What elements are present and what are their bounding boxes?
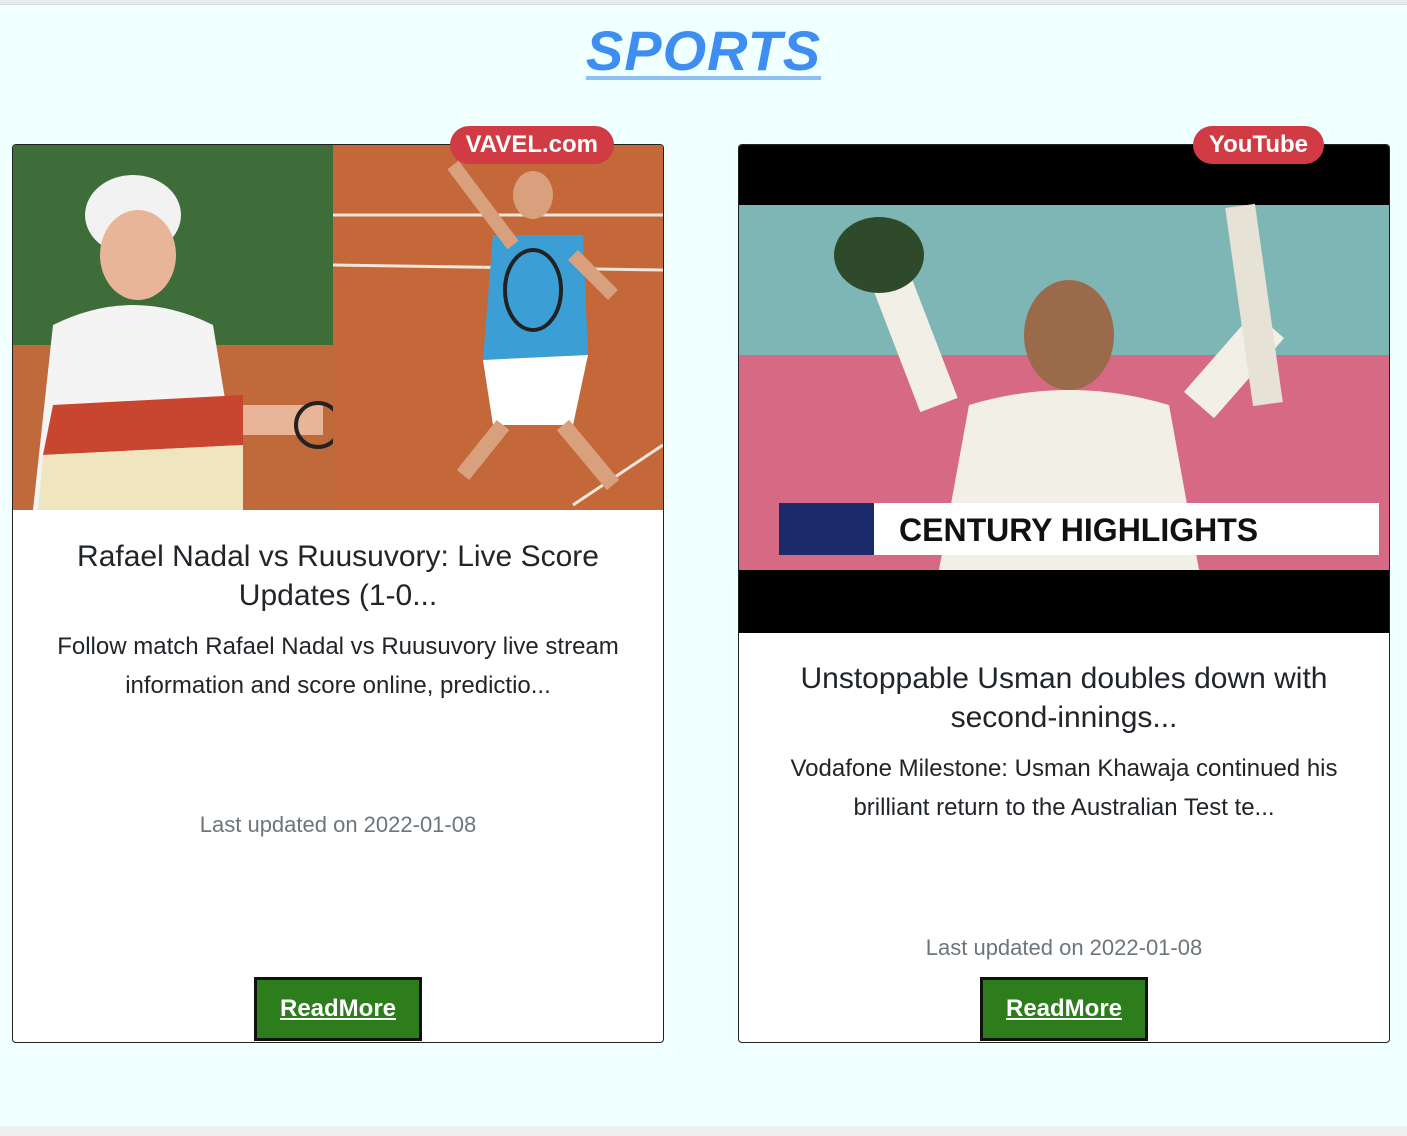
last-updated: Last updated on 2022-01-08	[925, 935, 1203, 960]
news-card: VAVEL.com Rafael Nadal vs Ruusuvory: Liv…	[12, 126, 664, 1043]
last-updated: Last updated on 2022-01-08	[199, 812, 477, 837]
card-description: Vodafone Milestone: Usman Khawaja contin…	[790, 755, 1338, 821]
cricket-photo: CENTURY HIGHLIGHTS	[739, 145, 1389, 633]
read-more-button[interactable]: ReadMore	[980, 977, 1148, 1041]
source-badge: YouTube	[1192, 126, 1324, 164]
read-more-button[interactable]: ReadMore	[254, 977, 422, 1041]
top-border	[0, 0, 1407, 5]
news-image	[13, 145, 663, 510]
tennis-photo	[13, 145, 663, 510]
card-description: Follow match Rafael Nadal vs Ruusuvory l…	[57, 633, 619, 699]
news-card: CENTURY HIGHLIGHTS YouTube Unstoppable U…	[738, 126, 1390, 1043]
source-badge: VAVEL.com	[449, 126, 614, 164]
bottom-border	[0, 1126, 1407, 1136]
page-title: SPORTS	[585, 19, 822, 82]
news-image: CENTURY HIGHLIGHTS	[739, 145, 1389, 633]
image-caption: CENTURY HIGHLIGHTS	[899, 512, 1258, 548]
card-title: Rafael Nadal vs Ruusuvory: Live Score Up…	[77, 540, 599, 612]
card-title: Unstoppable Usman doubles down with seco…	[800, 662, 1328, 734]
